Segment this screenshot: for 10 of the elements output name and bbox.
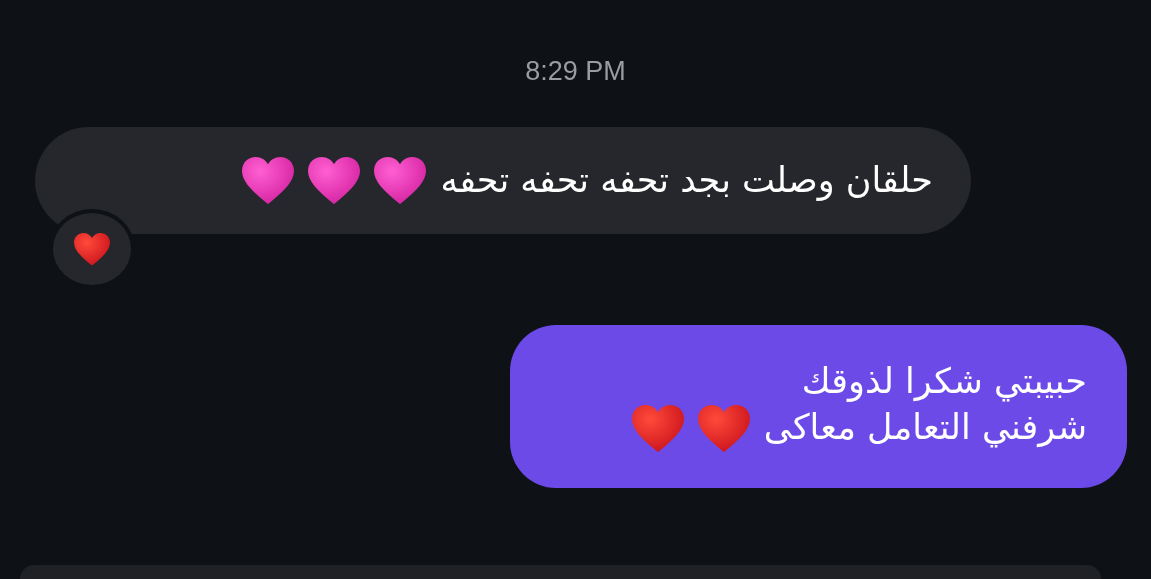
- heart-icon: [308, 157, 361, 205]
- message-text: شرفني التعامل معاكى: [763, 406, 1087, 450]
- heart-icon: [242, 157, 295, 205]
- heart-icon: [74, 232, 110, 266]
- message-text: حلقان وصلت بجد تحفه تحفه تحفه: [440, 158, 933, 203]
- heart-icon: [374, 157, 427, 205]
- heart-icon: [697, 404, 750, 452]
- heart-icon: [631, 404, 684, 452]
- message-text: حبيبتي شكرا لذوقك: [801, 360, 1087, 404]
- message-time: 8:29 PM: [525, 56, 626, 87]
